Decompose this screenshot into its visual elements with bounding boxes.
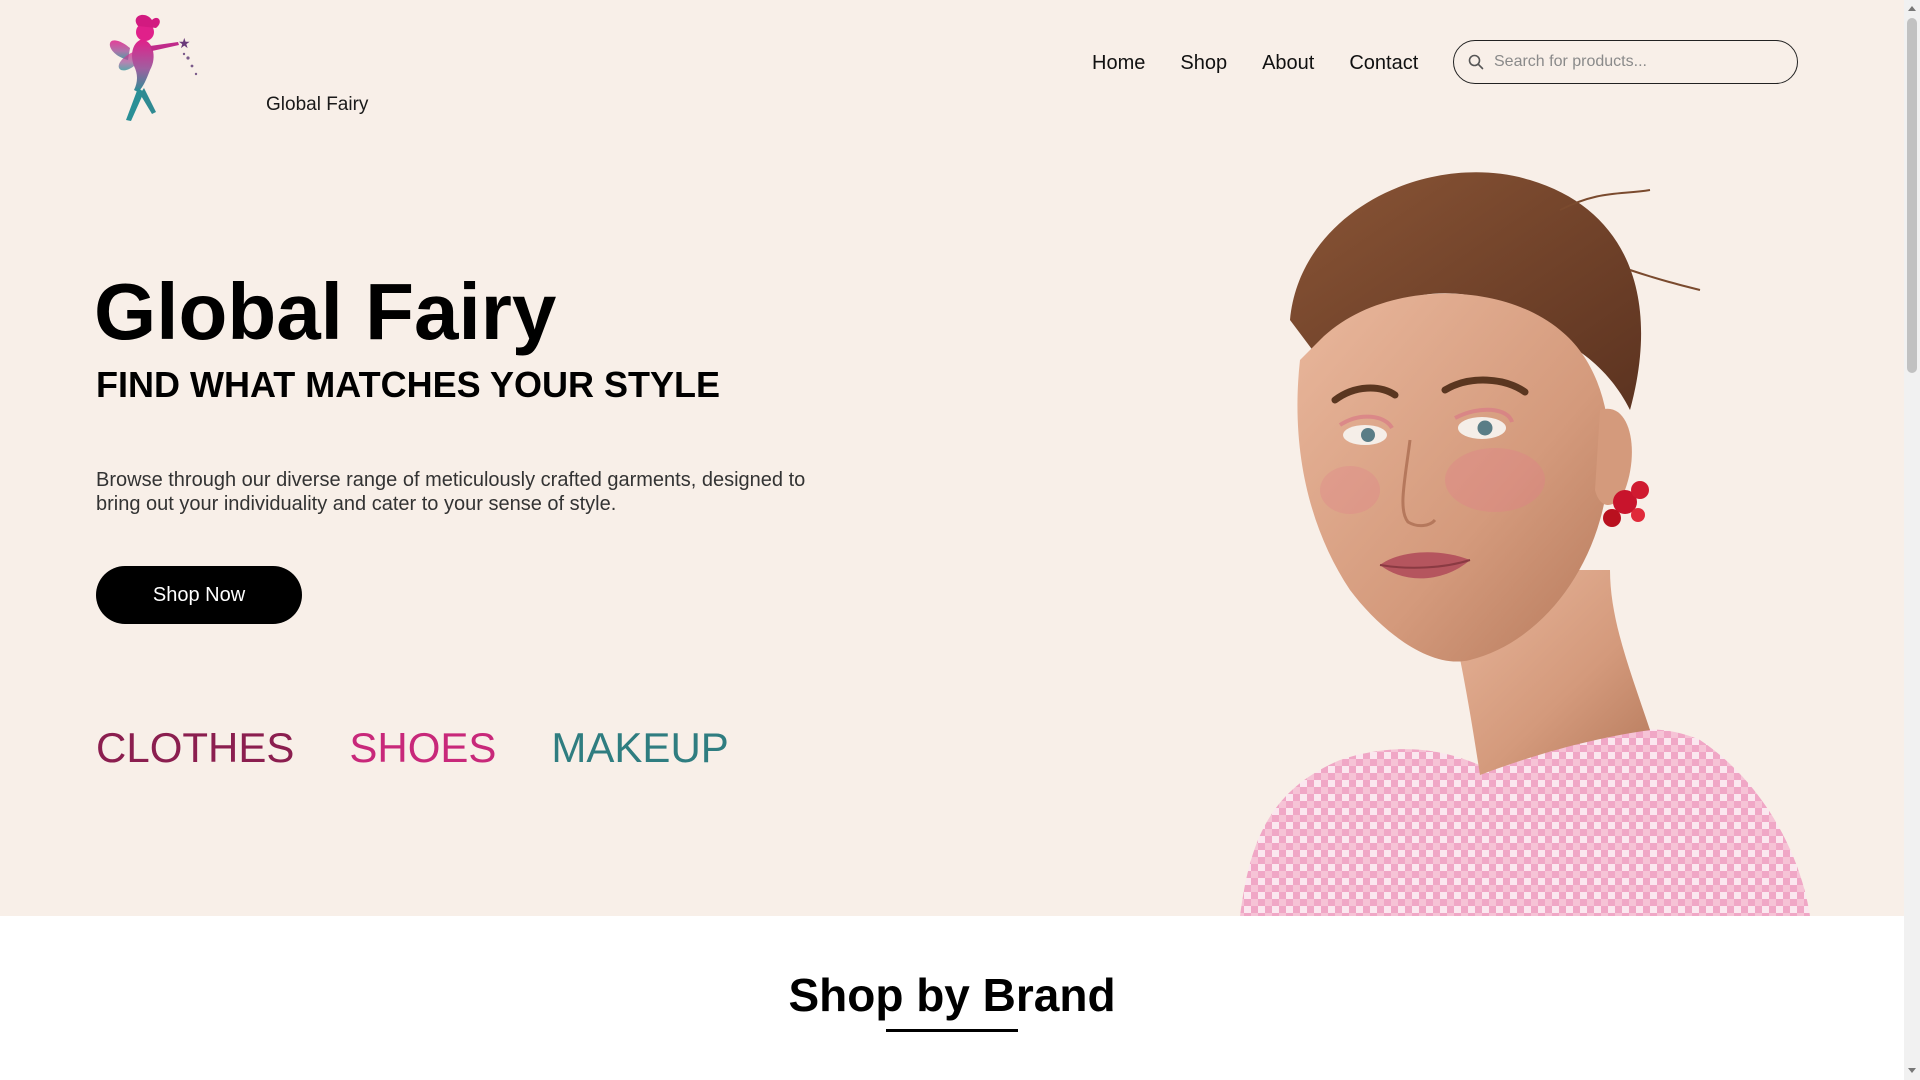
scrollbar-thumb[interactable] <box>1907 18 1917 373</box>
scroll-down-arrow-icon[interactable] <box>1908 1068 1916 1073</box>
shop-now-button[interactable]: Shop Now <box>96 566 302 624</box>
hero-description: Browse through our diverse range of meti… <box>96 469 806 515</box>
nav-home[interactable]: Home <box>1092 52 1145 75</box>
category-clothes[interactable]: CLOTHES <box>96 724 294 772</box>
search-input[interactable] <box>1492 52 1786 72</box>
nav-about[interactable]: About <box>1262 52 1314 75</box>
svg-text:★: ★ <box>178 36 191 52</box>
hero-title: Global Fairy <box>94 267 557 356</box>
hero-subtitle: FIND WHAT MATCHES YOUR STYLE <box>96 364 720 405</box>
category-makeup[interactable]: MAKEUP <box>551 724 728 772</box>
search-box <box>1453 40 1798 84</box>
page-scrollbar[interactable] <box>1904 0 1920 1080</box>
site-logo[interactable]: ★ Global Fairy <box>100 8 368 128</box>
nav-contact[interactable]: Contact <box>1349 52 1418 75</box>
category-links: CLOTHES SHOES MAKEUP <box>96 724 729 772</box>
search-icon <box>1468 54 1484 70</box>
fairy-logo-icon: ★ <box>109 14 198 121</box>
heading-underline <box>886 1029 1018 1032</box>
main-nav: Home Shop About Contact <box>1092 52 1418 75</box>
scroll-up-arrow-icon[interactable] <box>1908 6 1916 11</box>
shop-by-brand-heading: Shop by Brand <box>788 969 1116 1021</box>
nav-shop[interactable]: Shop <box>1180 52 1227 75</box>
hero-section: ★ Global Fairy Home Shop About Contact G… <box>0 0 1904 916</box>
category-shoes[interactable]: SHOES <box>349 724 496 772</box>
model-portrait-image <box>1240 172 1810 916</box>
logo-text: Global Fairy <box>266 94 369 115</box>
page: ★ Global Fairy Home Shop About Contact G… <box>0 0 1920 1080</box>
